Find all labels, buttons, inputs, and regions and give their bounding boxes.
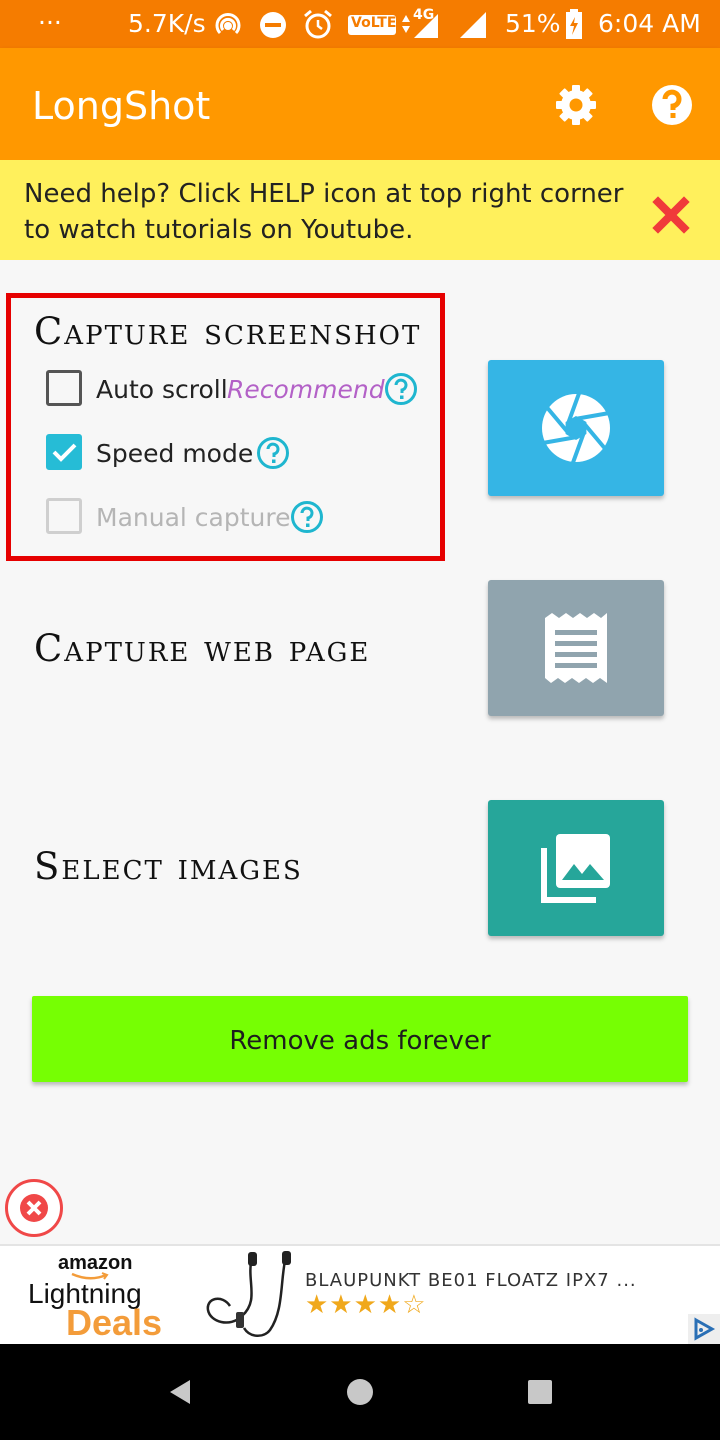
help-banner: Need help? Click HELP icon at top right … [0,160,720,260]
recommend-tag: Recommend [227,375,385,404]
banner-line-1: Need help? Click HELP icon at top right … [24,179,624,209]
clock-time: 6:04 AM [598,9,701,38]
manual-capture-checkbox[interactable] [46,498,82,534]
ad-product-name: BLAUPUNKT BE01 FLOATZ IPX7 ... [305,1270,637,1291]
speed-mode-checkbox[interactable] [46,434,82,470]
speed-mode-label: Speed mode [96,439,254,468]
manual-capture-help-icon[interactable] [290,500,324,534]
adchoices-icon[interactable] [688,1314,720,1344]
system-nav-bar [0,1344,720,1440]
capture-screenshot-button[interactable] [488,360,664,496]
status-dots: ··· [38,8,62,37]
camera-shutter-icon [542,392,610,464]
photo-library-icon [541,834,610,903]
signal-icon [402,12,486,38]
remove-ads-label: Remove ads forever [229,1026,491,1056]
ad-deals-text: Deals [66,1302,163,1343]
auto-scroll-help-icon[interactable] [384,372,418,406]
red-x-icon[interactable] [652,196,690,234]
manual-capture-label: Manual capture [96,503,291,532]
status-bar: ··· 5.7K/s VoLTE 4G 51% 6:04 AM [0,0,720,48]
banner-message: Need help? Click HELP icon at top right … [24,176,624,248]
recents-icon[interactable] [528,1380,552,1404]
speed-mode-help-icon[interactable] [256,436,290,470]
earphones-image [206,1251,291,1337]
app-title: LongShot [32,84,211,128]
alarm-icon [304,9,332,39]
volte-label: VoLTE [351,15,397,31]
check-icon [52,443,77,462]
auto-scroll-label: Auto scroll [96,375,228,404]
app-bar: LongShot [0,48,720,160]
battery-icon [566,9,582,39]
select-images-button[interactable] [488,800,664,936]
battery-percent: 51% [505,9,561,38]
ad-banner[interactable]: amazon Lightning Deals BLAUPUNKT BE01 FL… [0,1244,720,1344]
banner-line-2: to watch tutorials on Youtube. [24,215,414,245]
remove-ads-button[interactable]: Remove ads forever [32,996,688,1082]
hotspot-icon [215,13,241,35]
capture-web-page-button[interactable] [488,580,664,716]
ad-close-icon[interactable] [4,1178,64,1238]
select-images-title: Select images [34,845,303,888]
auto-scroll-checkbox[interactable] [46,370,82,406]
home-icon[interactable] [346,1378,374,1406]
settings-gear-icon[interactable] [553,82,599,128]
capture-screenshot-title: Capture screenshot [34,310,422,353]
receipt-icon [545,613,607,683]
capture-web-page-title: Capture web page [34,627,371,670]
ad-rating-stars: ★★★★☆ [305,1290,427,1320]
dnd-icon [260,12,286,38]
back-icon[interactable] [166,1378,194,1406]
net-speed: 5.7K/s [128,9,206,38]
help-circle-icon[interactable] [649,82,695,128]
